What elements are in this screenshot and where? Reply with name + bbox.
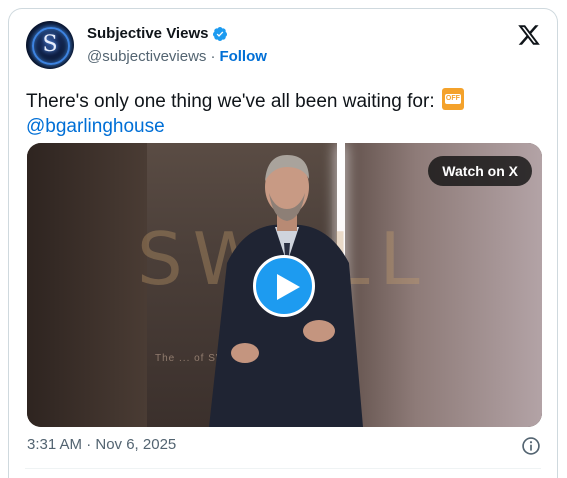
avatar-letter: S: [42, 32, 58, 57]
verified-badge-icon: [213, 26, 228, 41]
video-player[interactable]: SWELL The ... of SWELL ... NYC Watch on …: [27, 143, 542, 427]
off-emoji-label: OFF: [444, 94, 461, 104]
handle-row: @subjectiveviews · Follow: [87, 48, 267, 65]
play-button[interactable]: [253, 255, 315, 317]
divider: [25, 468, 541, 469]
follow-button[interactable]: Follow: [219, 48, 267, 65]
watch-on-x-button[interactable]: Watch on X: [428, 156, 532, 186]
separator-dot: ·: [210, 48, 216, 65]
tweet-text: There's only one thing we've all been wa…: [26, 88, 537, 139]
x-logo-icon[interactable]: [517, 23, 541, 47]
tweet-footer: 3:31 AM · Nov 6, 2025: [27, 436, 541, 458]
info-icon[interactable]: [521, 436, 541, 456]
off-emoji-icon: OFF: [441, 88, 464, 110]
tweet-body: There's only one thing we've all been wa…: [26, 91, 435, 112]
avatar[interactable]: S: [26, 21, 74, 69]
tweet-card[interactable]: S Subjective Views @subjectiveviews · Fo…: [8, 8, 558, 478]
video-backdrop-left: [27, 143, 147, 427]
user-handle[interactable]: @subjectiveviews: [87, 48, 206, 65]
timestamp[interactable]: 3:31 AM · Nov 6, 2025: [27, 436, 176, 453]
display-name[interactable]: Subjective Views: [87, 25, 208, 42]
name-row: Subjective Views: [87, 25, 228, 42]
tweet-header: S Subjective Views @subjectiveviews · Fo…: [26, 21, 543, 73]
mention-link[interactable]: @bgarlinghouse: [26, 116, 165, 137]
play-icon: [277, 274, 300, 300]
